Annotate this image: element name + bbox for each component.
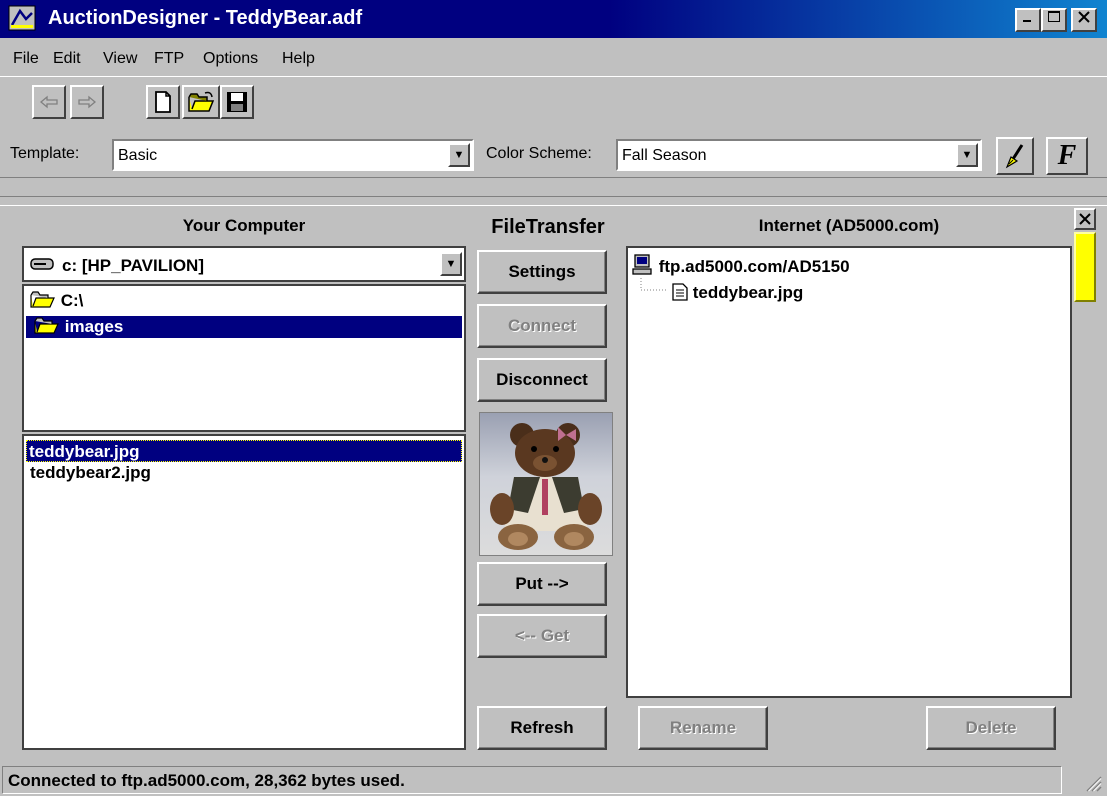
- back-button[interactable]: [32, 85, 66, 119]
- server-label: ftp.ad5000.com/AD5150: [658, 257, 850, 276]
- menu-ftp[interactable]: FTP: [154, 50, 184, 68]
- close-icon[interactable]: [1071, 8, 1097, 32]
- separator: [0, 196, 1107, 206]
- connect-button[interactable]: Connect: [477, 304, 607, 348]
- drive-dropdown[interactable]: c: [HP_PAVILION] ▼: [22, 246, 466, 282]
- disconnect-button[interactable]: Disconnect: [477, 358, 607, 402]
- open-file-button[interactable]: [182, 85, 220, 119]
- floppy-disk-icon: [227, 92, 247, 112]
- paint-brush-button[interactable]: [996, 137, 1034, 175]
- menu-options[interactable]: Options: [203, 50, 258, 68]
- tree-connector: [640, 278, 668, 291]
- open-folder-icon: [188, 91, 215, 112]
- rename-button[interactable]: Rename: [638, 706, 768, 750]
- folder-root[interactable]: C:\: [28, 290, 83, 312]
- remote-tree[interactable]: ftp.ad5000.com/AD5150 teddybear.jpg: [626, 246, 1072, 698]
- get-button[interactable]: <-- Get: [477, 614, 607, 658]
- template-value: Basic: [118, 147, 158, 164]
- save-button[interactable]: [220, 85, 254, 119]
- remote-file-node[interactable]: teddybear.jpg: [670, 282, 803, 304]
- document-icon: [672, 283, 688, 301]
- menu-file[interactable]: File: [13, 50, 39, 68]
- remote-file-label: teddybear.jpg: [692, 283, 804, 302]
- template-dropdown[interactable]: Basic ▼: [112, 139, 474, 171]
- app-icon: [8, 5, 36, 31]
- list-item[interactable]: teddybear.jpg: [26, 440, 462, 462]
- open-folder-icon: [34, 317, 59, 334]
- color-scheme-label: Color Scheme:: [486, 145, 592, 162]
- font-icon: F: [1057, 140, 1077, 171]
- your-computer-header: Your Computer: [182, 216, 306, 235]
- open-folder-icon: [30, 291, 55, 308]
- settings-button[interactable]: Settings: [477, 250, 607, 294]
- file-list[interactable]: teddybear.jpg teddybear2.jpg: [22, 434, 466, 750]
- minimize-icon[interactable]: [1015, 8, 1041, 32]
- chevron-down-icon[interactable]: ▼: [448, 143, 470, 167]
- folder-root-label: C:\: [60, 291, 84, 310]
- toolbar: Template: Basic ▼ Color Scheme: Fall Sea…: [0, 76, 1107, 178]
- chevron-down-icon[interactable]: ▼: [956, 143, 978, 167]
- font-button[interactable]: F: [1046, 137, 1088, 175]
- delete-button[interactable]: Delete: [926, 706, 1056, 750]
- chevron-down-icon[interactable]: ▼: [440, 252, 462, 276]
- forward-button[interactable]: [70, 85, 104, 119]
- menu-bar: File Edit View FTP Options Help: [0, 38, 1107, 74]
- folder-images[interactable]: images: [26, 316, 462, 338]
- internet-header: Internet (AD5000.com): [758, 216, 940, 235]
- new-document-icon: [155, 91, 171, 113]
- color-scheme-dropdown[interactable]: Fall Season ▼: [616, 139, 982, 171]
- close-panel-icon[interactable]: [1074, 208, 1096, 230]
- folder-images-label: images: [64, 317, 124, 336]
- menu-view[interactable]: View: [103, 50, 137, 68]
- put-button[interactable]: Put -->: [477, 562, 607, 606]
- scrollbar-thumb[interactable]: [1074, 232, 1096, 302]
- folder-tree[interactable]: C:\ images: [22, 284, 466, 432]
- list-item[interactable]: teddybear2.jpg: [28, 462, 151, 484]
- arrow-left-icon: [39, 95, 58, 109]
- refresh-button[interactable]: Refresh: [477, 706, 607, 750]
- paint-brush-icon: [1005, 144, 1024, 169]
- menu-help[interactable]: Help: [282, 50, 315, 68]
- drive-value: c: [HP_PAVILION]: [62, 256, 204, 275]
- hard-drive-icon: [30, 258, 54, 270]
- computer-icon: [632, 254, 652, 275]
- resize-grip-icon[interactable]: [1082, 772, 1102, 792]
- template-label: Template:: [10, 145, 80, 162]
- status-text: Connected to ftp.ad5000.com, 28,362 byte…: [8, 771, 405, 790]
- status-bar: Connected to ftp.ad5000.com, 28,362 byte…: [0, 764, 1107, 796]
- menu-edit[interactable]: Edit: [53, 50, 81, 68]
- maximize-icon[interactable]: [1041, 8, 1067, 32]
- server-node[interactable]: ftp.ad5000.com/AD5150: [630, 254, 850, 276]
- title-bar[interactable]: AuctionDesigner - TeddyBear.adf: [0, 0, 1107, 38]
- arrow-right-icon: [78, 95, 97, 109]
- teddy-bear-preview-image: [479, 412, 613, 556]
- file-transfer-header: FileTransfer: [491, 216, 605, 238]
- color-scheme-value: Fall Season: [622, 147, 707, 164]
- window-title: AuctionDesigner - TeddyBear.adf: [48, 7, 363, 29]
- new-file-button[interactable]: [146, 85, 180, 119]
